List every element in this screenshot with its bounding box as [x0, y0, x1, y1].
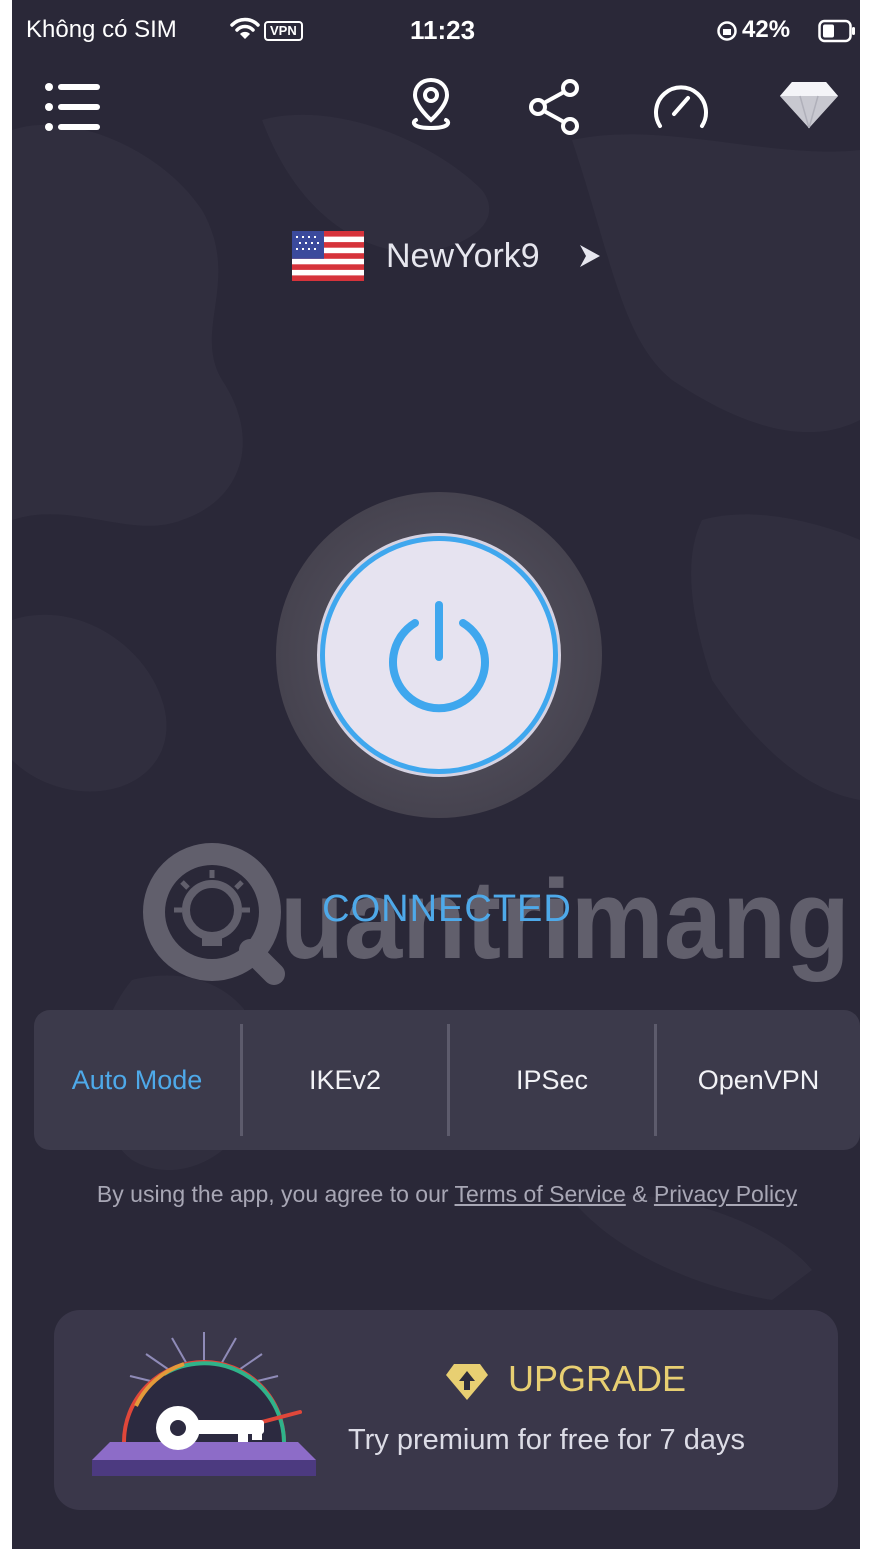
clock: 11:23: [410, 15, 476, 45]
wifi-icon: [230, 17, 260, 39]
battery-percent: 42%: [742, 16, 791, 43]
battery-icon: [818, 19, 855, 43]
location-pin-icon: [411, 77, 451, 131]
menu-button[interactable]: [44, 82, 104, 132]
protocol-auto-mode[interactable]: Auto Mode: [34, 1010, 240, 1150]
privacy-policy-link[interactable]: Privacy Policy: [654, 1181, 797, 1207]
status-bar: Không có SIM VPN 11:23 42%: [12, 0, 860, 62]
vpn-badge: VPN: [264, 21, 303, 41]
upgrade-subtitle: Try premium for free for 7 days: [348, 1424, 745, 1456]
premium-speed-key-illustration: [92, 1332, 316, 1476]
connection-status: CONNECTED: [322, 888, 572, 930]
connect-power-button[interactable]: [320, 536, 558, 774]
app-screen: Không có SIM VPN 11:23 42% NewYork9 uant…: [12, 0, 860, 1549]
terms-ampersand: &: [625, 1181, 654, 1207]
power-icon: [389, 601, 489, 713]
locations-button[interactable]: [408, 76, 454, 132]
protocol-selector: Auto Mode IKEv2 IPSec OpenVPN: [34, 1010, 860, 1150]
terms-notice: By using the app, you agree to our Terms…: [52, 1178, 842, 1210]
diamond-icon: [780, 82, 838, 129]
us-flag-icon: [292, 231, 364, 281]
carrier-label: Không có SIM: [26, 16, 177, 43]
premium-button[interactable]: [778, 80, 840, 130]
upgrade-title: UPGRADE: [508, 1358, 687, 1399]
protocol-ipsec[interactable]: IPSec: [450, 1010, 654, 1150]
terms-of-service-link[interactable]: Terms of Service: [455, 1181, 626, 1207]
location-name: NewYork9: [386, 237, 540, 275]
menu-icon: [45, 83, 100, 131]
speed-test-button[interactable]: [650, 80, 712, 134]
rotation-lock-icon: [717, 21, 737, 41]
share-icon: [529, 79, 579, 135]
terms-prefix: By using the app, you agree to our: [96, 1181, 455, 1207]
upgrade-banner[interactable]: UPGRADE Try premium for free for 7 days: [54, 1310, 838, 1510]
gold-diamond-icon: [446, 1364, 488, 1400]
protocol-ikev2[interactable]: IKEv2: [243, 1010, 447, 1150]
share-button[interactable]: [526, 78, 586, 136]
speedometer-icon: [654, 85, 708, 128]
protocol-openvpn[interactable]: OpenVPN: [657, 1010, 860, 1150]
chevron-right-icon: [580, 245, 600, 267]
location-selector[interactable]: NewYork9: [292, 224, 612, 284]
